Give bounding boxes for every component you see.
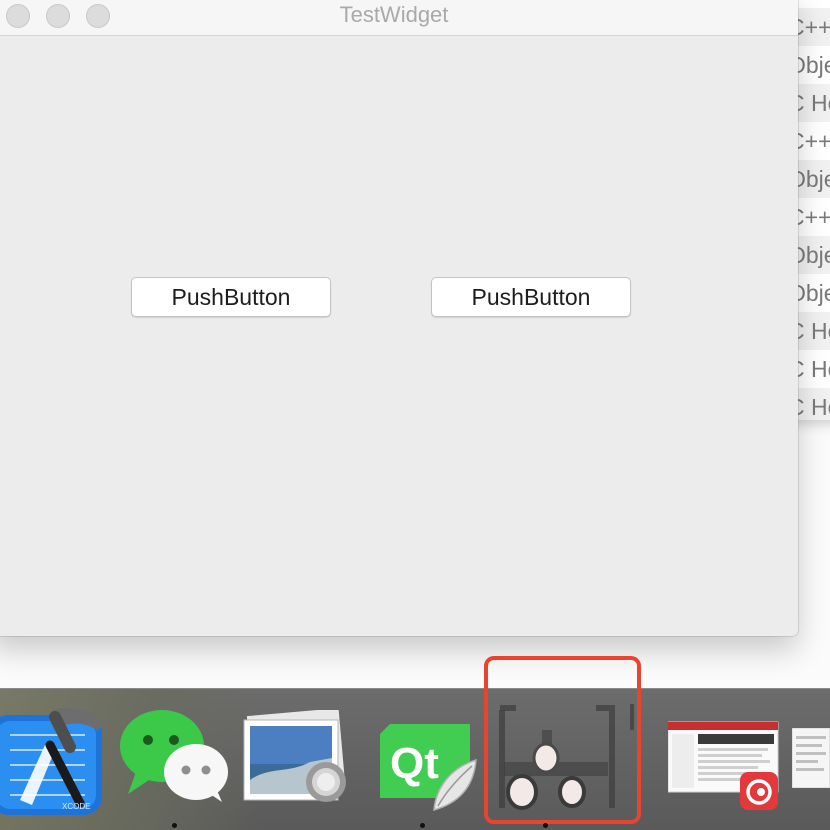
title-bar[interactable]: TestWidget <box>0 0 798 36</box>
xcode-icon[interactable]: XCODE <box>0 705 110 817</box>
qt-label: Qt <box>390 739 439 788</box>
dock-app-partial-icon[interactable] <box>791 727 830 789</box>
window-title: TestWidget <box>339 2 449 27</box>
test-widget-window: TestWidget PushButton PushButton <box>0 0 798 636</box>
netease-music-icon[interactable] <box>667 720 780 812</box>
desktop: C++ Obje C He C++ Obje C++ Obje Obje C H… <box>0 0 830 830</box>
push-button-2[interactable]: PushButton <box>431 277 631 317</box>
highlight-frame <box>484 656 641 824</box>
preview-icon[interactable] <box>240 708 356 806</box>
qt-creator-icon[interactable]: Qt <box>376 722 480 812</box>
push-button-1[interactable]: PushButton <box>131 277 331 317</box>
running-indicator <box>172 823 177 828</box>
wechat-icon[interactable] <box>118 708 230 804</box>
window-content: PushButton PushButton <box>0 36 798 636</box>
xcode-badge: XCODE <box>62 802 90 811</box>
running-indicator <box>543 823 548 828</box>
running-indicator <box>420 823 425 828</box>
